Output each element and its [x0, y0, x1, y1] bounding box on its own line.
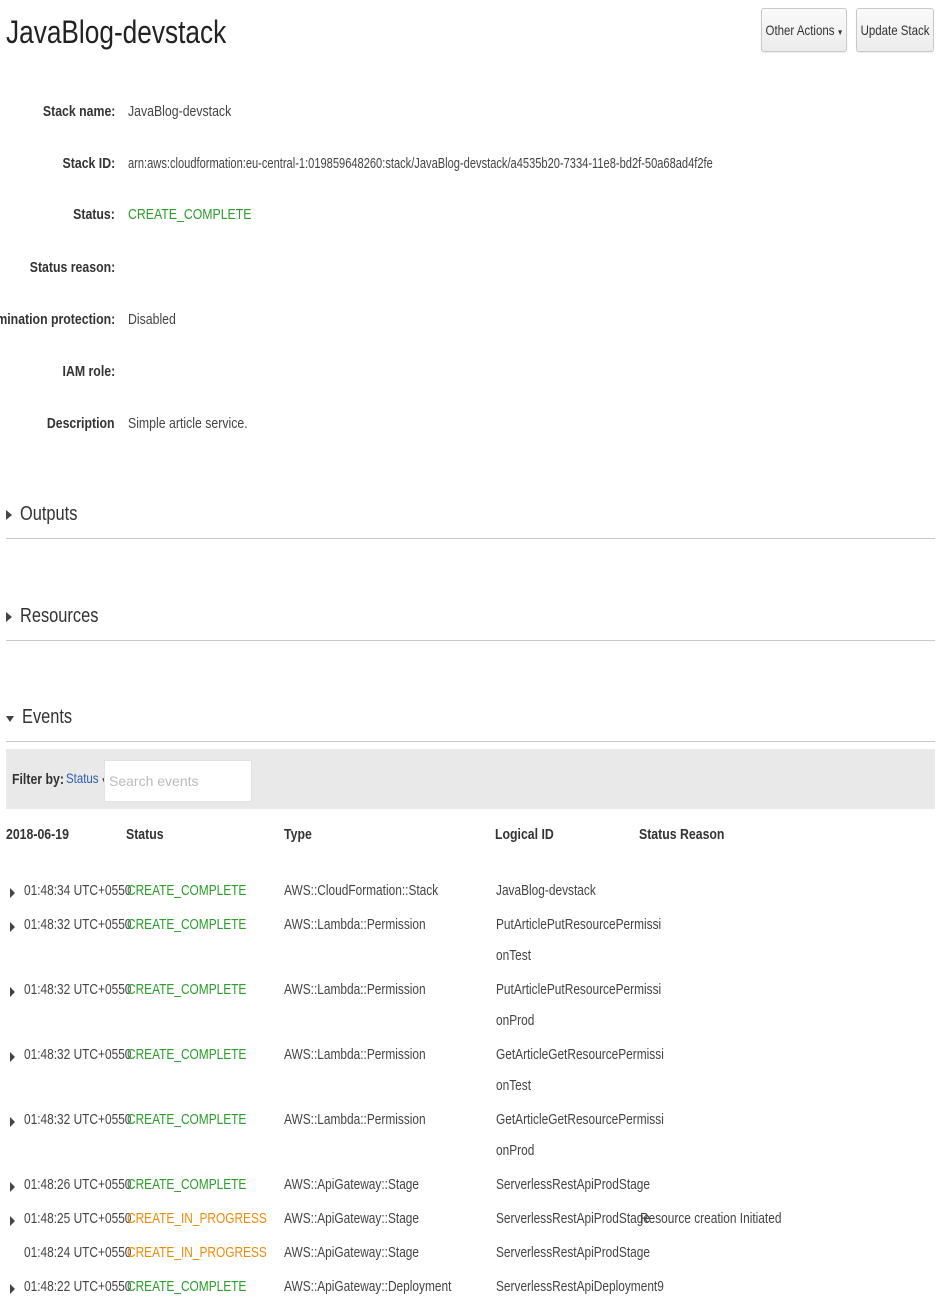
- column-header-date: 2018-06-19: [6, 826, 69, 843]
- column-header-type[interactable]: Type: [284, 826, 318, 843]
- detail-label: IAM role:: [62, 363, 115, 380]
- event-status: CREATE_COMPLETE: [127, 917, 247, 933]
- detail-row: Status reason:: [0, 259, 937, 283]
- column-header-logical-id[interactable]: Logical ID: [495, 826, 567, 843]
- detail-label: Status reason:: [29, 259, 115, 276]
- event-type: AWS::Lambda::Permission: [284, 1047, 426, 1063]
- event-row[interactable]: 01:48:26 UTC+0550 CREATE_COMPLETE AWS::Api…: [0, 1177, 937, 1201]
- event-status: CREATE_IN_PROGRESS: [127, 1211, 267, 1227]
- event-type: AWS::ApiGateway::Deployment: [284, 1279, 452, 1295]
- detail-label: Stack ID:: [62, 155, 115, 172]
- event-logical-id: PutArticlePutResourcePermissi: [496, 982, 662, 998]
- detail-label: Termination protection:: [0, 311, 115, 328]
- detail-row: IAM role:: [0, 363, 937, 387]
- resources-section[interactable]: Resources: [6, 600, 935, 641]
- event-status: CREATE_COMPLETE: [127, 1112, 247, 1128]
- expand-arrow-icon[interactable]: [10, 987, 15, 997]
- detail-value: JavaBlog-devstack: [128, 103, 232, 120]
- detail-label: Description: [47, 415, 115, 432]
- event-logical-id: ServerlessRestApiProdStage: [496, 1177, 650, 1193]
- detail-label: Status:: [73, 206, 115, 223]
- expand-arrow-icon[interactable]: [10, 1052, 15, 1062]
- event-row[interactable]: 01:48:32 UTC+0550 CREATE_COMPLETE AWS::Lam…: [0, 1112, 937, 1174]
- event-row[interactable]: 01:48:32 UTC+0550 CREATE_COMPLETE AWS::Lam…: [0, 917, 937, 979]
- event-type: AWS::Lambda::Permission: [284, 917, 426, 933]
- event-logical-id-cont: onProd: [496, 1013, 535, 1029]
- expand-arrow-icon: [6, 509, 12, 520]
- event-type: AWS::CloudFormation::Stack: [284, 883, 439, 899]
- event-status: CREATE_IN_PROGRESS: [127, 1245, 267, 1261]
- update-stack-button[interactable]: Update Stack: [856, 8, 934, 52]
- expand-arrow-icon[interactable]: [10, 888, 15, 898]
- expand-arrow-icon[interactable]: [10, 922, 15, 932]
- detail-row: Stack ID: arn:aws:cloudformation:eu-centr…: [0, 155, 937, 179]
- event-row[interactable]: 01:48:34 UTC+0550 CREATE_COMPLETE AWS::Clo…: [0, 883, 937, 907]
- event-status: CREATE_COMPLETE: [127, 1047, 247, 1063]
- detail-row: Status: CREATE_COMPLETE: [0, 206, 937, 230]
- expand-arrow-icon[interactable]: [10, 1284, 15, 1294]
- event-logical-id: GetArticleGetResourcePermissi: [496, 1112, 664, 1128]
- event-status: CREATE_COMPLETE: [127, 982, 247, 998]
- expand-arrow-icon[interactable]: [10, 1216, 15, 1226]
- event-type: AWS::ApiGateway::Stage: [284, 1211, 420, 1227]
- detail-value: CREATE_COMPLETE: [128, 206, 252, 223]
- expand-arrow-icon[interactable]: [10, 1182, 15, 1192]
- event-type: AWS::ApiGateway::Stage: [284, 1245, 420, 1261]
- event-logical-id: JavaBlog-devstack: [496, 883, 596, 899]
- event-status: CREATE_COMPLETE: [127, 1177, 247, 1193]
- event-logical-id-cont: onTest: [496, 948, 532, 964]
- expand-arrow-icon: [6, 611, 12, 622]
- event-status: CREATE_COMPLETE: [127, 1279, 247, 1295]
- outputs-section[interactable]: Outputs: [6, 498, 935, 539]
- event-logical-id: ServerlessRestApiProdStage: [496, 1245, 650, 1261]
- collapse-arrow-icon: [6, 715, 14, 722]
- expand-arrow-icon[interactable]: [10, 1117, 15, 1127]
- event-type: AWS::Lambda::Permission: [284, 982, 426, 998]
- page-title: JavaBlog-devstack: [6, 14, 227, 50]
- detail-row: Description Simple article service.: [0, 415, 937, 439]
- event-row: 01:48:24 UTC+0550 CREATE_IN_PROGRESS AWS::…: [0, 1245, 937, 1269]
- column-header-status[interactable]: Status: [126, 826, 172, 843]
- event-logical-id: GetArticleGetResourcePermissi: [496, 1047, 664, 1063]
- event-status-reason: Resource creation Initiated: [640, 1211, 782, 1227]
- event-logical-id-cont: onProd: [496, 1143, 535, 1159]
- caret-down-icon: ▼: [836, 28, 843, 37]
- event-status: CREATE_COMPLETE: [127, 883, 247, 899]
- event-logical-id: ServerlessRestApiDeployment9: [496, 1279, 664, 1295]
- event-logical-id-cont: onTest: [496, 1078, 532, 1094]
- detail-row: Stack name: JavaBlog-devstack: [0, 103, 937, 127]
- event-type: AWS::Lambda::Permission: [284, 1112, 426, 1128]
- column-header-status-reason[interactable]: Status Reason: [639, 826, 743, 843]
- other-actions-button[interactable]: Other Actions ▼: [761, 8, 847, 52]
- events-section-title: Events: [22, 706, 73, 728]
- detail-value: Disabled: [128, 311, 176, 328]
- event-row[interactable]: 01:48:32 UTC+0550 CREATE_COMPLETE AWS::Lam…: [0, 982, 937, 1044]
- event-row[interactable]: 01:48:32 UTC+0550 CREATE_COMPLETE AWS::Lam…: [0, 1047, 937, 1109]
- detail-label: Stack name:: [42, 103, 115, 120]
- events-filter-bar: Filter by: Status▼: [6, 749, 935, 809]
- detail-value: arn:aws:cloudformation:eu-central-1:0198…: [128, 155, 713, 172]
- event-type: AWS::ApiGateway::Stage: [284, 1177, 420, 1193]
- event-row[interactable]: 01:48:25 UTC+0550 CREATE_IN_PROGRESS AWS::…: [0, 1211, 937, 1235]
- search-events-input[interactable]: [104, 760, 252, 802]
- detail-row: Termination protection: Disabled: [0, 311, 937, 335]
- resources-section-title: Resources: [20, 605, 99, 627]
- events-section[interactable]: Events: [6, 701, 935, 742]
- event-row[interactable]: 01:48:22 UTC+0550 CREATE_COMPLETE AWS::Api…: [0, 1279, 937, 1303]
- detail-value: Simple article service.: [128, 415, 248, 432]
- outputs-section-title: Outputs: [20, 503, 78, 525]
- event-logical-id: PutArticlePutResourcePermissi: [496, 917, 662, 933]
